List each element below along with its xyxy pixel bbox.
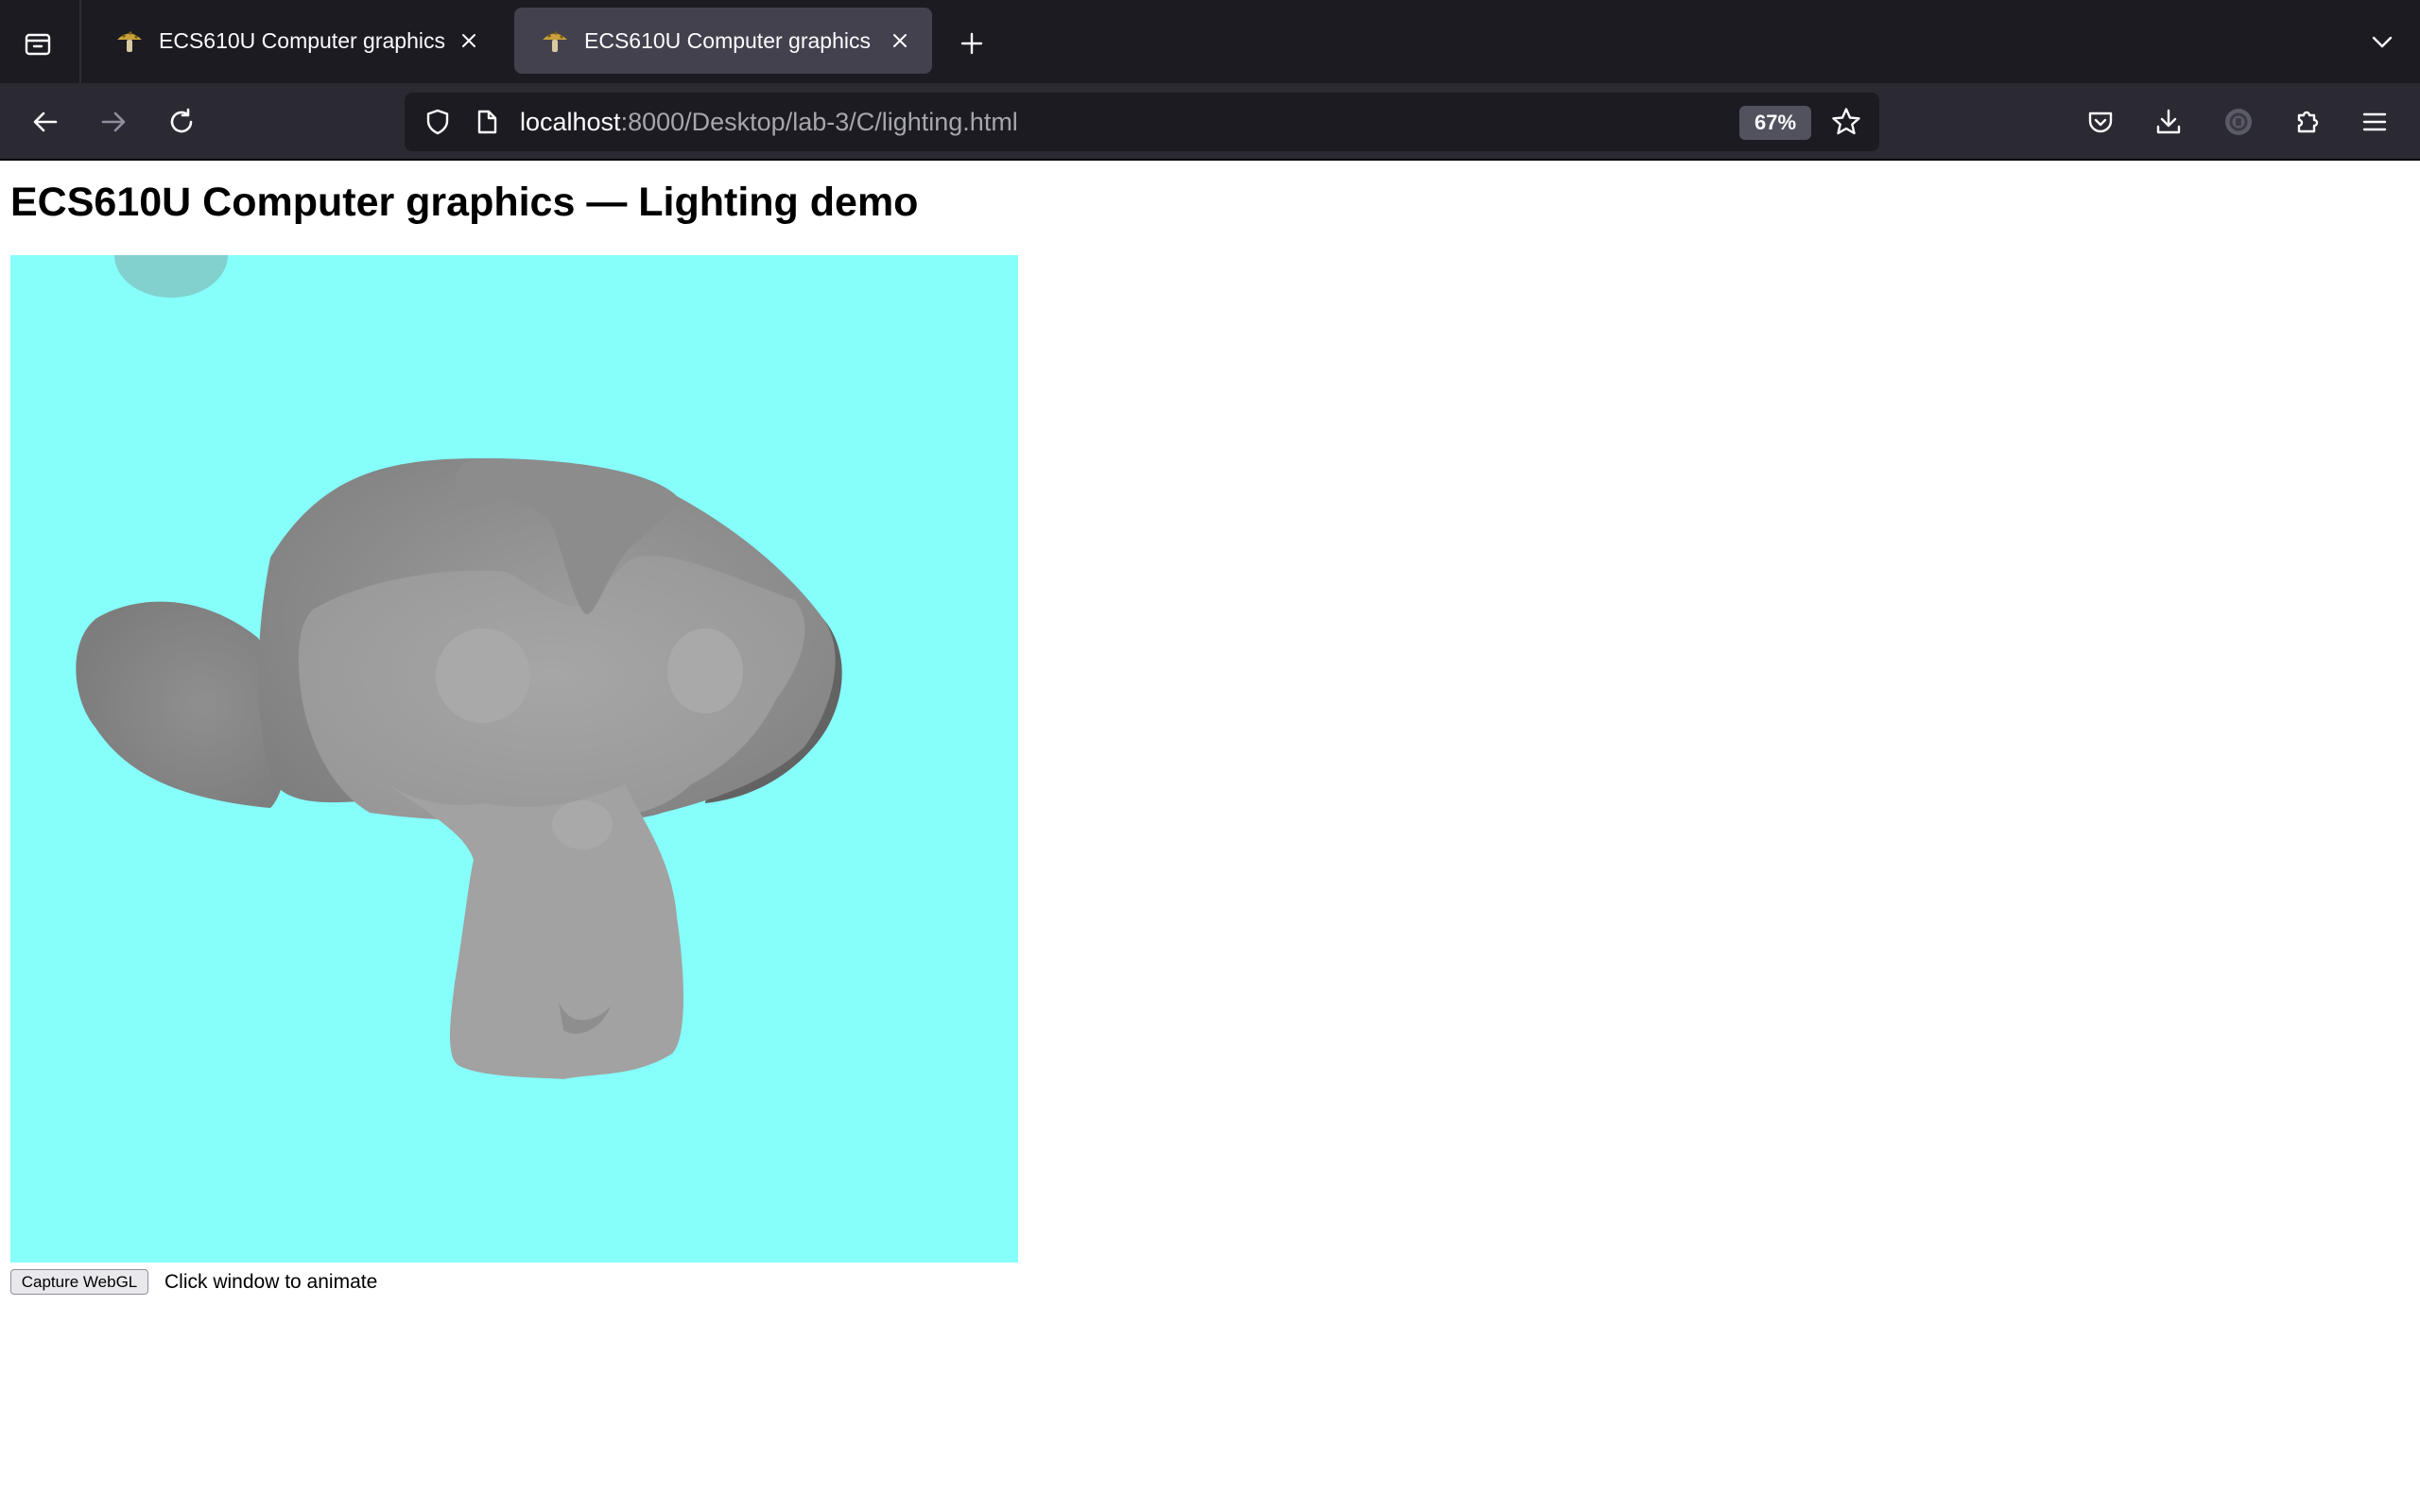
- list-all-tabs-button[interactable]: [2360, 19, 2405, 64]
- arrow-right-icon: [101, 112, 126, 132]
- tab-title: ECS610U Computer graphics: [159, 27, 445, 53]
- mushroom-favicon-icon: [539, 25, 571, 57]
- download-icon: [2156, 109, 2181, 134]
- navigation-toolbar: localhost:8000/Desktop/lab-3/C/lighting.…: [0, 83, 2420, 161]
- back-button[interactable]: [23, 99, 68, 145]
- bookmark-star-button[interactable]: [1824, 100, 1868, 144]
- reload-button[interactable]: [159, 99, 204, 145]
- url-text[interactable]: localhost:8000/Desktop/lab-3/C/lighting.…: [520, 93, 1018, 151]
- account-avatar-icon: [2225, 109, 2252, 135]
- firefox-view-icon: [25, 33, 51, 56]
- shield-icon: [426, 109, 449, 135]
- plus-icon: [960, 32, 983, 55]
- tracking-protection-button[interactable]: [416, 100, 459, 144]
- address-bar[interactable]: localhost:8000/Desktop/lab-3/C/lighting.…: [405, 93, 1879, 151]
- chevron-down-icon: [2372, 36, 2393, 48]
- zoom-level-button[interactable]: 67%: [1739, 106, 1811, 140]
- tab-title: ECS610U Computer graphics: [584, 27, 871, 53]
- puzzle-piece-icon: [2297, 111, 2319, 133]
- hamburger-menu-icon: [2362, 112, 2387, 131]
- capture-webgl-button[interactable]: Capture WebGL: [10, 1269, 148, 1295]
- downloads-button[interactable]: [2146, 99, 2191, 145]
- pocket-icon: [2088, 112, 2113, 133]
- arrow-left-icon: [33, 112, 58, 132]
- url-path: :8000/Desktop/lab-3/C/lighting.html: [620, 108, 1018, 136]
- close-tab-icon[interactable]: [452, 24, 486, 58]
- reload-icon: [170, 108, 193, 133]
- firefox-view-button[interactable]: [15, 23, 60, 64]
- close-tab-icon[interactable]: [883, 24, 917, 58]
- page-title: ECS610U Computer graphics — Lighting dem…: [10, 180, 919, 225]
- url-host: localhost: [520, 108, 621, 136]
- forward-button[interactable]: [91, 99, 136, 145]
- pocket-button[interactable]: [2078, 99, 2123, 145]
- star-icon: [1832, 108, 1860, 135]
- mushroom-favicon-icon: [113, 25, 146, 57]
- account-button[interactable]: [2216, 99, 2261, 145]
- tab-bar: ECS610U Computer graphics ECS610U Comput…: [0, 0, 2420, 83]
- extensions-button[interactable]: [2284, 99, 2329, 145]
- tab-separator: [79, 0, 81, 83]
- site-info-button[interactable]: [465, 100, 509, 144]
- new-tab-button[interactable]: [949, 21, 994, 66]
- browser-tab-2-active[interactable]: ECS610U Computer graphics: [514, 8, 932, 74]
- animate-hint-text: Click window to animate: [164, 1271, 378, 1293]
- page-icon: [477, 110, 497, 134]
- browser-tab-1[interactable]: ECS610U Computer graphics: [89, 8, 501, 74]
- app-menu-button[interactable]: [2352, 99, 2397, 145]
- webgl-canvas[interactable]: [10, 255, 1018, 1263]
